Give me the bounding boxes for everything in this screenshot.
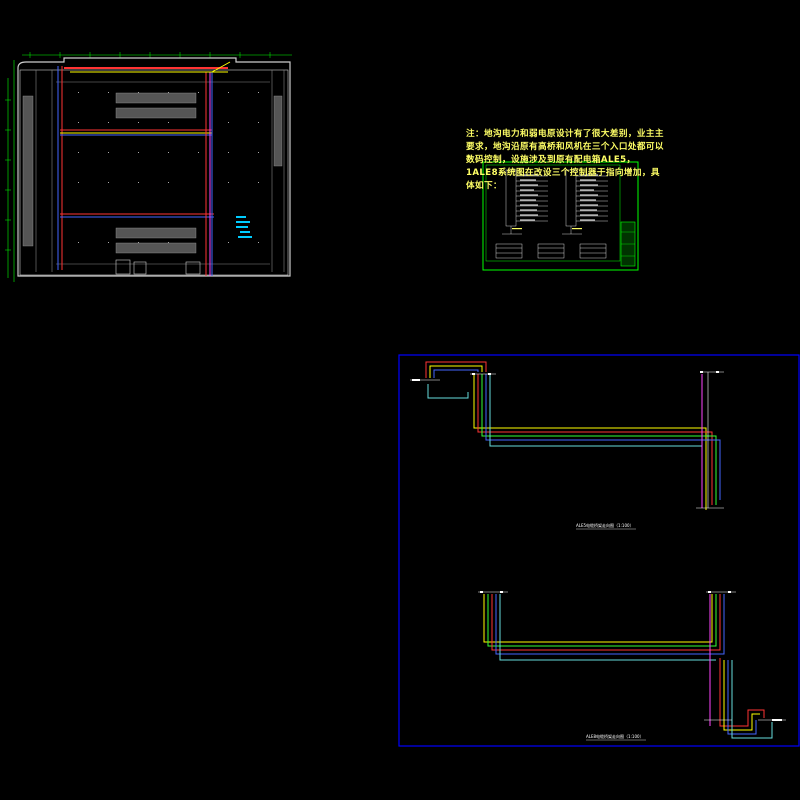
lower-route-endpoints [480,591,782,721]
rooms [115,259,201,275]
small-labels [512,228,582,230]
lower-route-caption: ALE8电缆桥架走向图（1:100） [586,733,644,739]
annotation-block [236,216,252,238]
cable-routing-sheet: ALE5电缆桥架走向图（1:100） ALE8电缆桥架走向图（1:100） [398,354,800,747]
upper-cable-route [410,361,724,510]
upper-route-endpoints [412,371,719,381]
floor-plan [5,52,292,282]
design-note-text: 注：地沟电力和弱电原设计有了很大差别，业主主要求，地沟沿原有高桥和风机在三个入口… [466,129,664,191]
sheet-frame [398,354,800,747]
legend-tables [495,243,607,259]
cad-drawing-canvas: ALE5电缆桥架走向图（1:100） ALE8电缆桥架走向图（1:100） [5,52,800,747]
upper-route-caption: ALE5电缆桥架走向图（1:100） [576,522,634,528]
lower-cable-route [478,591,786,739]
